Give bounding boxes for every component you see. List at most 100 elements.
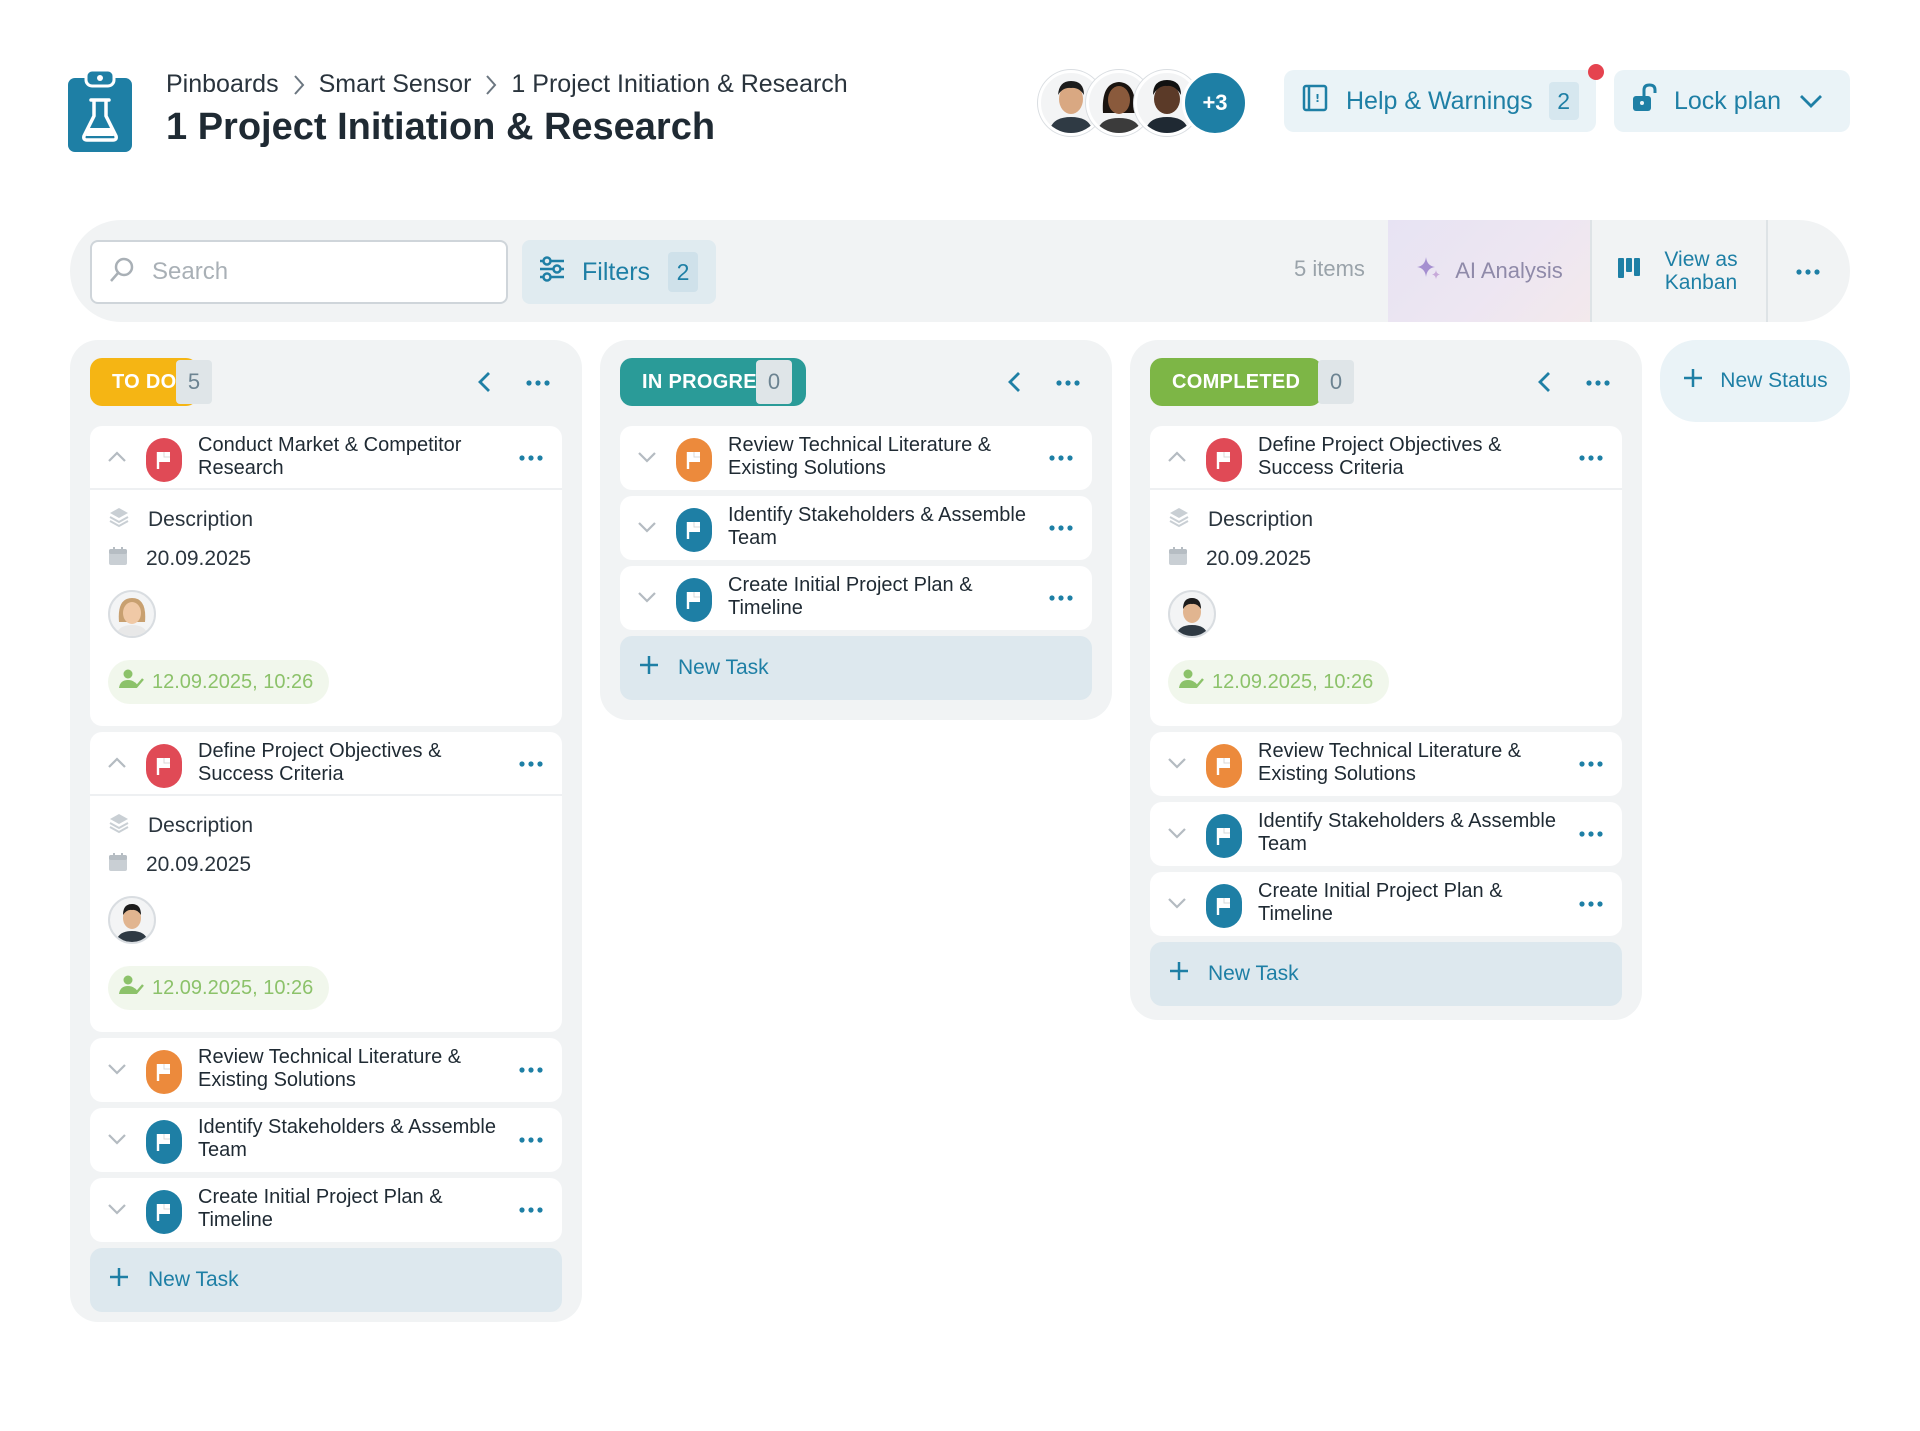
collapse-column-icon[interactable] xyxy=(1528,366,1560,398)
task-card[interactable]: Review Technical Literature & Existing S… xyxy=(90,1038,562,1102)
task-title[interactable]: Identify Stakeholders & Assemble Team xyxy=(1258,810,1558,856)
notification-dot xyxy=(1588,64,1604,80)
task-card[interactable]: Conduct Market & Competitor Research Desc… xyxy=(90,426,562,726)
task-title[interactable]: Define Project Objectives & Success Crit… xyxy=(1258,434,1558,480)
task-card[interactable]: Review Technical Literature & Existing S… xyxy=(1150,732,1622,796)
new-status-button[interactable]: New Status xyxy=(1660,340,1850,422)
task-date-row[interactable]: 20.09.2025 xyxy=(108,546,251,572)
task-card-header: Identify Stakeholders & Assemble Team xyxy=(620,496,1092,560)
task-more-button[interactable] xyxy=(516,1056,546,1082)
column-header: TO DO 5 xyxy=(70,340,582,424)
view-as-kanban-button[interactable]: View as Kanban xyxy=(1590,220,1768,322)
task-description-row[interactable]: Description xyxy=(108,812,253,840)
task-title[interactable]: Review Technical Literature & Existing S… xyxy=(1258,740,1558,786)
ellipsis-icon xyxy=(519,448,543,466)
chevron-up-icon[interactable] xyxy=(106,446,128,468)
task-more-button[interactable] xyxy=(1576,444,1606,470)
task-date-row[interactable]: 20.09.2025 xyxy=(108,852,251,878)
task-card-header: Review Technical Literature & Existing S… xyxy=(620,426,1092,490)
new-task-label: New Task xyxy=(678,656,769,679)
task-card-header: Review Technical Literature & Existing S… xyxy=(90,1038,562,1102)
toolbar-more-button[interactable] xyxy=(1788,256,1828,286)
items-count: 5 items xyxy=(1294,256,1365,281)
task-card[interactable]: Define Project Objectives & Success Crit… xyxy=(90,732,562,1032)
search-input[interactable] xyxy=(152,258,492,286)
task-more-button[interactable] xyxy=(1576,750,1606,776)
task-card[interactable]: Identify Stakeholders & Assemble Team xyxy=(90,1108,562,1172)
ai-analysis-button[interactable]: AI Analysis xyxy=(1388,220,1590,322)
more-collaborators-badge[interactable]: +3 xyxy=(1182,70,1248,136)
breadcrumb-item-smart-sensor[interactable]: Smart Sensor xyxy=(319,70,472,99)
task-card[interactable]: Review Technical Literature & Existing S… xyxy=(620,426,1092,490)
task-title[interactable]: Review Technical Literature & Existing S… xyxy=(728,434,1028,480)
task-title[interactable]: Create Initial Project Plan & Timeline xyxy=(198,1186,498,1232)
assignee-avatar[interactable] xyxy=(108,896,156,944)
collapse-column-icon[interactable] xyxy=(998,366,1030,398)
collapse-column-icon[interactable] xyxy=(468,366,500,398)
chevron-right-icon xyxy=(485,74,497,96)
task-description-row[interactable]: Description xyxy=(108,506,253,534)
task-card[interactable]: Define Project Objectives & Success Crit… xyxy=(1150,426,1622,726)
search-box[interactable] xyxy=(90,240,508,304)
chevron-down-icon[interactable] xyxy=(106,1198,128,1220)
flag-icon xyxy=(1206,438,1242,482)
chevron-up-icon[interactable] xyxy=(106,752,128,774)
new-task-button[interactable]: New Task xyxy=(90,1248,562,1312)
status-badge[interactable]: COMPLETED xyxy=(1150,358,1323,406)
task-description-row[interactable]: Description xyxy=(1168,506,1313,534)
chevron-down-icon[interactable] xyxy=(1166,822,1188,844)
chevron-down-icon[interactable] xyxy=(106,1058,128,1080)
help-warnings-button[interactable]: ! Help & Warnings 2 xyxy=(1284,70,1596,132)
task-title[interactable]: Identify Stakeholders & Assemble Team xyxy=(728,504,1028,550)
breadcrumb-item-current[interactable]: 1 Project Initiation & Research xyxy=(511,70,847,99)
chevron-down-icon[interactable] xyxy=(1166,752,1188,774)
task-title[interactable]: Create Initial Project Plan & Timeline xyxy=(728,574,1028,620)
task-more-button[interactable] xyxy=(1576,820,1606,846)
filters-button[interactable]: Filters 2 xyxy=(522,240,716,304)
task-more-button[interactable] xyxy=(1046,584,1076,610)
task-title[interactable]: Conduct Market & Competitor Research xyxy=(198,434,498,480)
task-card[interactable]: Create Initial Project Plan & Timeline xyxy=(620,566,1092,630)
task-created-time: 12.09.2025, 10:26 xyxy=(152,670,314,693)
chevron-down-icon[interactable] xyxy=(636,516,658,538)
new-task-button[interactable]: New Task xyxy=(620,636,1092,700)
task-card-header: Identify Stakeholders & Assemble Team xyxy=(1150,802,1622,866)
task-more-button[interactable] xyxy=(516,1126,546,1152)
new-task-button[interactable]: New Task xyxy=(1150,942,1622,1006)
chevron-down-icon[interactable] xyxy=(636,586,658,608)
task-title[interactable]: Define Project Objectives & Success Crit… xyxy=(198,740,498,786)
breadcrumb-item-pinboards[interactable]: Pinboards xyxy=(166,70,279,99)
task-more-button[interactable] xyxy=(1046,514,1076,540)
column-more-button[interactable] xyxy=(520,366,556,398)
new-task-label: New Task xyxy=(1208,962,1299,985)
chevron-down-icon[interactable] xyxy=(106,1128,128,1150)
task-title[interactable]: Create Initial Project Plan & Timeline xyxy=(1258,880,1558,926)
task-card[interactable]: Create Initial Project Plan & Timeline xyxy=(1150,872,1622,936)
task-title[interactable]: Identify Stakeholders & Assemble Team xyxy=(198,1116,498,1162)
task-more-button[interactable] xyxy=(1576,890,1606,916)
task-card[interactable]: Create Initial Project Plan & Timeline xyxy=(90,1178,562,1242)
task-date-row[interactable]: 20.09.2025 xyxy=(1168,546,1311,572)
column-more-button[interactable] xyxy=(1580,366,1616,398)
column-more-button[interactable] xyxy=(1050,366,1086,398)
lock-plan-button[interactable]: Lock plan xyxy=(1614,70,1850,132)
calendar-icon xyxy=(108,546,128,572)
task-more-button[interactable] xyxy=(516,1196,546,1222)
chevron-down-icon[interactable] xyxy=(1799,94,1823,108)
chevron-down-icon[interactable] xyxy=(636,446,658,468)
column-header: IN PROGRESS 0 xyxy=(600,340,1112,424)
flag-icon xyxy=(676,578,712,622)
task-more-button[interactable] xyxy=(516,750,546,776)
chevron-down-icon[interactable] xyxy=(1166,892,1188,914)
assignee-avatar[interactable] xyxy=(108,590,156,638)
chevron-up-icon[interactable] xyxy=(1166,446,1188,468)
task-more-button[interactable] xyxy=(516,444,546,470)
collaborator-avatars[interactable]: +3 xyxy=(1038,70,1248,136)
assignee-avatar[interactable] xyxy=(1168,590,1216,638)
task-card[interactable]: Identify Stakeholders & Assemble Team xyxy=(1150,802,1622,866)
task-card[interactable]: Identify Stakeholders & Assemble Team xyxy=(620,496,1092,560)
task-card-header: Define Project Objectives & Success Crit… xyxy=(90,732,562,796)
task-more-button[interactable] xyxy=(1046,444,1076,470)
task-card-header: Define Project Objectives & Success Crit… xyxy=(1150,426,1622,490)
task-title[interactable]: Review Technical Literature & Existing S… xyxy=(198,1046,498,1092)
